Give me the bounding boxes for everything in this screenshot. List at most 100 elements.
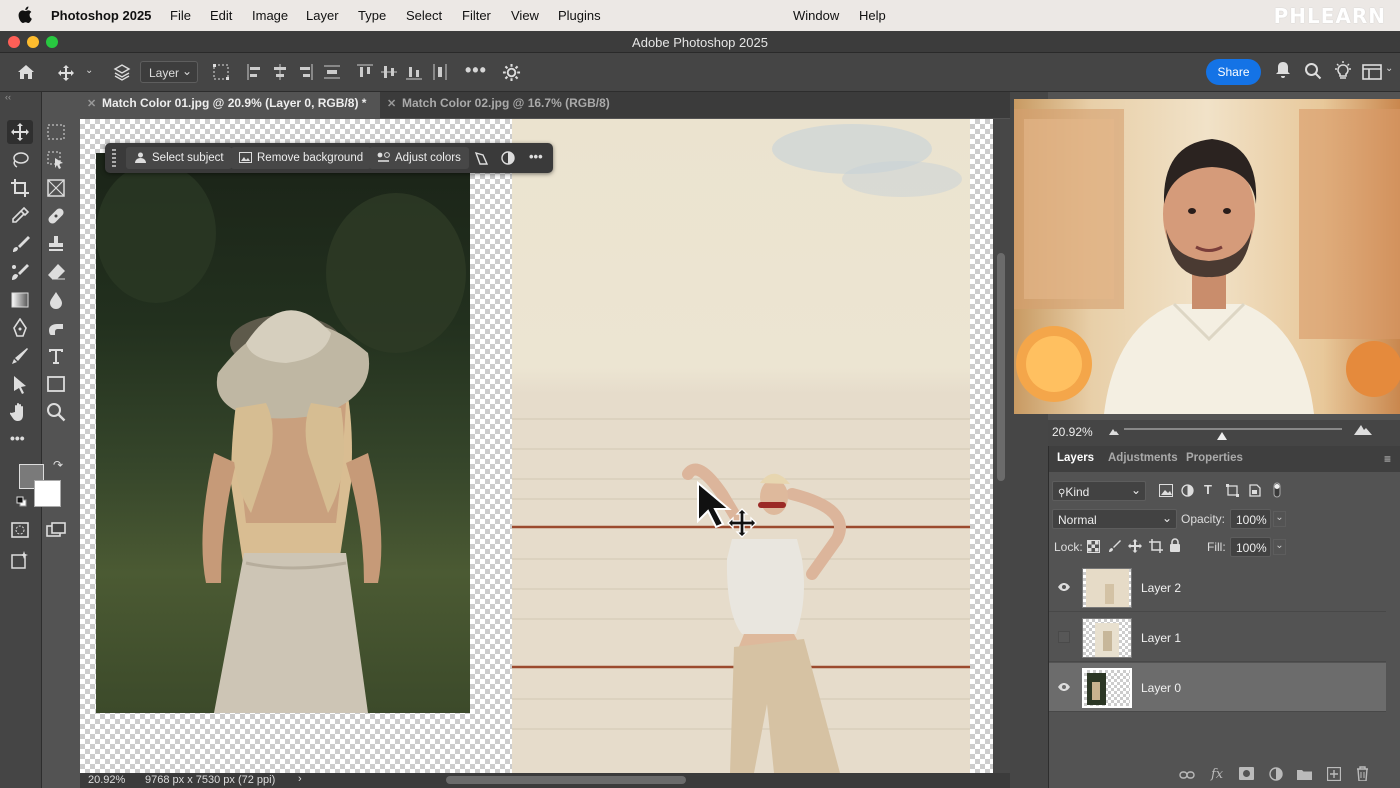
- clone-stamp-tool[interactable]: [43, 232, 69, 256]
- menu-help[interactable]: Help: [859, 8, 886, 23]
- fill-chevron-icon[interactable]: ⌄: [1273, 539, 1286, 555]
- default-colors-icon[interactable]: [16, 496, 27, 507]
- menu-app-name[interactable]: Photoshop 2025: [51, 8, 151, 23]
- zoom-in-mountain-icon[interactable]: [1354, 424, 1372, 435]
- home-icon[interactable]: [16, 62, 36, 82]
- filter-shape-icon[interactable]: [1226, 484, 1239, 497]
- transform-controls-icon[interactable]: [211, 62, 231, 82]
- zoom-tool[interactable]: [43, 400, 69, 424]
- tool-preset-chevron-icon[interactable]: ⌄: [85, 65, 93, 76]
- layer-name[interactable]: Layer 0: [1141, 681, 1181, 695]
- align-vertical-center-icon[interactable]: [380, 63, 398, 81]
- rectangle-tool[interactable]: [43, 372, 69, 396]
- layer-row-layer-1[interactable]: Layer 1: [1049, 613, 1386, 662]
- visibility-eye-icon[interactable]: [1058, 581, 1070, 593]
- link-layers-icon[interactable]: [1179, 770, 1195, 780]
- eraser-tool[interactable]: [43, 260, 69, 284]
- path-selection-tool[interactable]: [7, 372, 33, 396]
- fx-icon[interactable]: fx: [1211, 767, 1223, 782]
- lock-position-icon[interactable]: [1128, 539, 1142, 553]
- hand-tool[interactable]: [7, 400, 33, 424]
- quick-mask-tool[interactable]: [7, 518, 33, 542]
- search-icon[interactable]: [1304, 62, 1322, 80]
- distribute-vertical-icon[interactable]: [431, 63, 449, 81]
- auto-select-target-dropdown[interactable]: Layer ⌄: [140, 61, 198, 83]
- tab-match-color-02[interactable]: ✕ Match Color 02.jpg @ 16.7% (RGB/8): [380, 92, 620, 118]
- tab-match-color-01[interactable]: ✕ Match Color 01.jpg @ 20.9% (Layer 0, RG…: [80, 92, 380, 118]
- discover-lightbulb-icon[interactable]: [1333, 61, 1353, 81]
- smudge-tool[interactable]: [43, 316, 69, 340]
- align-right-icon[interactable]: [296, 63, 314, 81]
- filter-kind-dropdown[interactable]: ⚲Kind ⌄: [1052, 481, 1146, 501]
- marquee-tool[interactable]: [43, 120, 69, 144]
- blur-tool[interactable]: [43, 288, 69, 312]
- menu-file[interactable]: File: [170, 8, 191, 23]
- status-zoom[interactable]: 20.92%: [88, 774, 125, 786]
- menu-layer[interactable]: Layer: [306, 8, 339, 23]
- move-tool-icon[interactable]: [57, 64, 75, 82]
- workspace-chevron-icon[interactable]: ⌄: [1385, 63, 1393, 74]
- more-options-icon[interactable]: •••: [465, 60, 487, 81]
- new-layer-icon[interactable]: [1327, 767, 1341, 781]
- align-top-icon[interactable]: [356, 63, 374, 81]
- gradient-tool[interactable]: [7, 288, 33, 312]
- trash-icon[interactable]: [1356, 766, 1369, 781]
- filter-toggle-icon[interactable]: [1273, 482, 1281, 498]
- zoom-slider-track[interactable]: [1124, 428, 1342, 440]
- transform-icon[interactable]: [474, 151, 489, 166]
- vertical-scroll-thumb[interactable]: [997, 253, 1005, 481]
- horizontal-scroll-thumb[interactable]: [446, 776, 686, 784]
- pen-tool[interactable]: [7, 316, 33, 340]
- menu-type[interactable]: Type: [358, 8, 386, 23]
- background-color-swatch[interactable]: [34, 480, 61, 507]
- lasso-tool[interactable]: [7, 148, 33, 172]
- layer-row-layer-2[interactable]: Layer 2: [1049, 563, 1386, 612]
- brush-tool[interactable]: [7, 232, 33, 256]
- edit-toolbar-icon[interactable]: •••: [10, 430, 25, 446]
- menu-view[interactable]: View: [511, 8, 539, 23]
- close-tab-icon[interactable]: ✕: [387, 97, 396, 110]
- layer-name[interactable]: Layer 2: [1141, 581, 1181, 595]
- menu-select[interactable]: Select: [406, 8, 442, 23]
- zoom-out-mountain-icon[interactable]: [1109, 428, 1119, 435]
- remove-background-button[interactable]: Remove background: [231, 147, 372, 169]
- tab-properties[interactable]: Properties: [1186, 452, 1243, 464]
- align-horizontal-center-icon[interactable]: [271, 63, 289, 81]
- filter-adjustment-icon[interactable]: [1181, 484, 1194, 497]
- align-bottom-icon[interactable]: [405, 63, 423, 81]
- generative-tool[interactable]: [7, 548, 33, 572]
- navigator-zoom-value[interactable]: 20.92%: [1052, 425, 1093, 439]
- apple-icon[interactable]: [18, 6, 32, 23]
- adjustment-circle-icon[interactable]: [501, 151, 515, 165]
- visibility-toggle-hidden[interactable]: [1058, 631, 1070, 643]
- layer-row-layer-0[interactable]: Layer 0: [1049, 663, 1386, 712]
- type-tool[interactable]: [43, 344, 69, 368]
- filter-type-icon[interactable]: T: [1204, 482, 1212, 497]
- gear-icon[interactable]: [502, 63, 521, 82]
- swap-colors-icon[interactable]: ↷: [53, 458, 63, 472]
- bell-icon[interactable]: [1275, 61, 1291, 79]
- eyedropper-tool[interactable]: [7, 204, 33, 228]
- crop-tool[interactable]: [7, 176, 33, 200]
- filter-pixel-icon[interactable]: [1159, 484, 1173, 497]
- move-tool[interactable]: [7, 120, 33, 144]
- menu-image[interactable]: Image: [252, 8, 288, 23]
- collapse-arrows-icon[interactable]: ‹‹: [5, 92, 11, 102]
- share-button[interactable]: Share: [1206, 59, 1261, 85]
- more-icon[interactable]: •••: [529, 149, 543, 164]
- workspace-icon[interactable]: [1362, 63, 1382, 81]
- close-tab-icon[interactable]: ✕: [87, 97, 96, 110]
- vertical-scrollbar[interactable]: [993, 119, 1010, 773]
- opacity-input[interactable]: 100%: [1230, 509, 1271, 529]
- lock-image-pixels-icon[interactable]: [1108, 539, 1122, 553]
- status-menu-chevron-icon[interactable]: ›: [298, 773, 302, 785]
- lock-transparent-pixels-icon[interactable]: [1087, 540, 1100, 553]
- lock-artboard-icon[interactable]: [1149, 539, 1163, 553]
- object-selection-tool[interactable]: [43, 148, 69, 172]
- frame-tool[interactable]: [43, 176, 69, 200]
- document-canvas[interactable]: [80, 119, 993, 773]
- distribute-icon[interactable]: [323, 63, 341, 81]
- adjust-colors-button[interactable]: Adjust colors: [369, 147, 469, 169]
- screen-mode-tool[interactable]: [43, 518, 69, 542]
- blend-mode-dropdown[interactable]: Normal ⌄: [1052, 509, 1177, 529]
